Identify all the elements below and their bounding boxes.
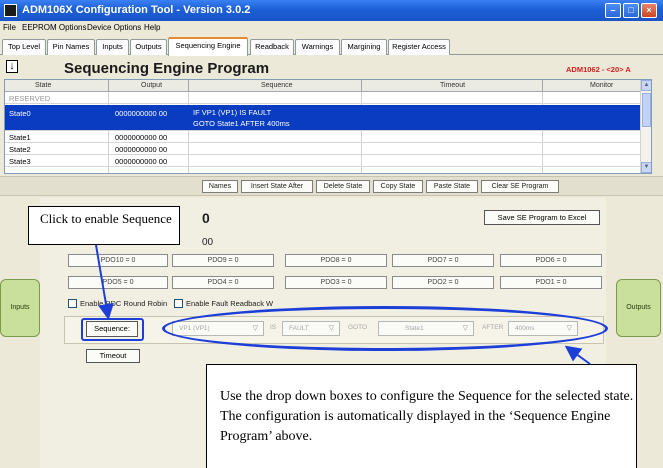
- output-cell: 0000000000 00: [115, 145, 168, 154]
- app-window: ADM106X Configuration Tool - Version 3.0…: [0, 0, 663, 468]
- clear-se-program-button[interactable]: Clear SE Program: [481, 180, 559, 193]
- outputs-nav-button[interactable]: Outputs: [616, 279, 661, 337]
- tab-outputs[interactable]: Outputs: [130, 39, 167, 55]
- menu-eeprom-options[interactable]: EEPROM Options: [22, 23, 86, 32]
- table-row-reserved[interactable]: RESERVED: [5, 93, 641, 104]
- insert-state-after-button[interactable]: Insert State After: [241, 180, 313, 193]
- tab-pin-names[interactable]: Pin Names: [47, 39, 95, 55]
- delete-state-button[interactable]: Delete State: [316, 180, 370, 193]
- device-label: ADM1062 - <20> A: [566, 65, 631, 74]
- round-robin-checkbox[interactable]: [68, 299, 77, 308]
- table-row-state1[interactable]: State1 0000000000 00: [5, 132, 641, 143]
- timeout-enable-button[interactable]: Timeout: [86, 349, 140, 363]
- title-bar[interactable]: ADM106X Configuration Tool - Version 3.0…: [0, 0, 663, 21]
- state-cell: RESERVED: [9, 94, 51, 103]
- close-button[interactable]: ×: [641, 3, 657, 18]
- output-cell: 0000000000 00: [115, 109, 168, 118]
- tab-readback[interactable]: Readback: [250, 39, 294, 55]
- sequence-highlight-box: [81, 318, 144, 341]
- pdo9-toggle[interactable]: PDO9 = 0: [172, 254, 274, 267]
- pdo3-toggle[interactable]: PDO3 = 0: [285, 276, 387, 289]
- round-robin-label: Enable PDC Round Robin: [80, 299, 168, 308]
- column-header-sequence: Sequence: [261, 82, 293, 89]
- app-icon: [4, 4, 17, 17]
- sequence-cell-line2: GOTO State1 AFTER 400ms: [193, 119, 290, 128]
- maximize-button[interactable]: □: [623, 3, 639, 18]
- window-title: ADM106X Configuration Tool - Version 3.0…: [22, 4, 251, 16]
- tab-margining[interactable]: Margining: [341, 39, 387, 55]
- table-row-state2[interactable]: State2 0000000000 00: [5, 144, 641, 155]
- table-scrollbar[interactable]: ▲ ▼: [640, 80, 651, 173]
- copy-state-button[interactable]: Copy State: [373, 180, 423, 193]
- pdo2-toggle[interactable]: PDO2 = 0: [392, 276, 494, 289]
- tab-register-access[interactable]: Register Access: [388, 39, 450, 55]
- pdo8-toggle[interactable]: PDO8 = 0: [285, 254, 387, 267]
- sequence-program-table: State Output Sequence Timeout Monitor RE…: [4, 79, 652, 174]
- dropdown-instructions-callout: Use the drop down boxes to configure the…: [206, 364, 637, 468]
- page-title: Sequencing Engine Program: [64, 60, 270, 77]
- column-header-timeout: Timeout: [440, 82, 466, 89]
- menu-bar: File EEPROM Options Device Options Help: [0, 21, 663, 35]
- dropdown-highlight-oval: [162, 306, 608, 351]
- minimize-button[interactable]: –: [605, 3, 621, 18]
- pdo7-toggle[interactable]: PDO7 = 0: [392, 254, 494, 267]
- column-header-monitor: Monitor: [590, 82, 614, 89]
- tab-top-level[interactable]: Top Level: [2, 39, 46, 55]
- sequence-cell: IF VP1 (VP1) IS FAULT: [193, 108, 272, 117]
- fault-readback-label: Enable Fault Readback W: [186, 299, 274, 308]
- names-button[interactable]: Names: [202, 180, 238, 193]
- table-row-state0[interactable]: State0 0000000000 00 IF VP1 (VP1) IS FAU…: [5, 105, 641, 131]
- state-cell: State3: [9, 157, 31, 166]
- scroll-down-icon[interactable]: ▼: [641, 162, 651, 173]
- pdo1-toggle[interactable]: PDO1 = 0: [500, 276, 602, 289]
- save-se-program-button[interactable]: Save SE Program to Excel: [484, 210, 600, 225]
- tab-sequencing-engine[interactable]: Sequencing Engine: [168, 37, 248, 56]
- state-cell: State1: [9, 133, 31, 142]
- output-cell: 0000000000 00: [115, 157, 168, 166]
- enable-sequence-callout: Click to enable Sequence: [28, 206, 180, 245]
- pdo6-toggle[interactable]: PDO6 = 0: [500, 254, 602, 267]
- menu-help[interactable]: Help: [144, 23, 160, 32]
- output-cell: 0000000000 00: [115, 133, 168, 142]
- menu-file[interactable]: File: [3, 23, 16, 32]
- column-header-state: State: [35, 82, 52, 89]
- inputs-nav-button[interactable]: Inputs: [0, 279, 40, 337]
- scroll-thumb[interactable]: [642, 93, 651, 127]
- selected-state-output: 00: [202, 237, 214, 248]
- table-row-state3[interactable]: State3 0000000000 00: [5, 156, 641, 167]
- scroll-up-icon[interactable]: ▲: [641, 80, 651, 91]
- download-arrow-icon[interactable]: ↓: [6, 60, 18, 73]
- table-header: State Output Sequence Timeout Monitor: [5, 80, 651, 92]
- state-cell: State2: [9, 145, 31, 154]
- selected-state-heading: 0: [202, 210, 210, 226]
- pdo4-toggle[interactable]: PDO4 = 0: [172, 276, 274, 289]
- state-toolbar: Names Insert State After Delete State Co…: [0, 176, 663, 196]
- fault-readback-checkbox[interactable]: [174, 299, 183, 308]
- tab-inputs[interactable]: Inputs: [96, 39, 129, 55]
- column-header-output: Output: [141, 82, 163, 89]
- tab-bar: Top Level Pin Names Inputs Outputs Seque…: [0, 35, 663, 56]
- state-cell: State0: [9, 109, 31, 118]
- pdo10-toggle[interactable]: PDO10 = 0: [68, 254, 168, 267]
- pdo5-toggle[interactable]: PDO5 = 0: [68, 276, 168, 289]
- tab-warnings[interactable]: Warnings: [295, 39, 340, 55]
- menu-device-options[interactable]: Device Options: [87, 23, 141, 32]
- paste-state-button[interactable]: Paste State: [426, 180, 478, 193]
